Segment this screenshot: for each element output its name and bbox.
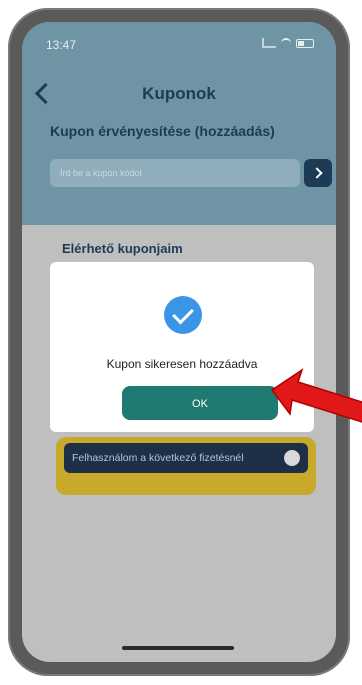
redeem-section-title: Kupon érvényesítése (hozzáadás) <box>50 123 275 139</box>
red-arrow-annotation <box>270 368 362 423</box>
app-screen: 13:47 Kuponok Kupon érvényesítése (hozzá… <box>22 22 336 662</box>
status-time: 13:47 <box>46 38 77 52</box>
checkmark-icon <box>164 296 202 334</box>
ok-button[interactable]: OK <box>122 386 278 420</box>
submit-coupon-button[interactable] <box>304 159 332 187</box>
signal-icon <box>262 38 276 48</box>
status-icons <box>262 38 314 48</box>
available-coupons-title: Elérhető kuponjaim <box>62 241 183 256</box>
battery-icon <box>296 38 314 48</box>
coupon-code-input[interactable]: Írd be a kupon kódot <box>50 159 300 187</box>
coupon-action-text: Felhasználom a következő fizetésnél <box>72 452 244 464</box>
coupon-card[interactable]: Felhasználom a következő fizetésnél <box>56 437 316 495</box>
home-indicator <box>122 646 234 650</box>
coupon-action-bar[interactable]: Felhasználom a következő fizetésnél <box>64 443 308 473</box>
status-bar: 13:47 <box>22 32 336 54</box>
wifi-icon <box>281 38 291 48</box>
page-title: Kuponok <box>142 84 216 103</box>
use-coupon-toggle[interactable] <box>284 450 300 466</box>
